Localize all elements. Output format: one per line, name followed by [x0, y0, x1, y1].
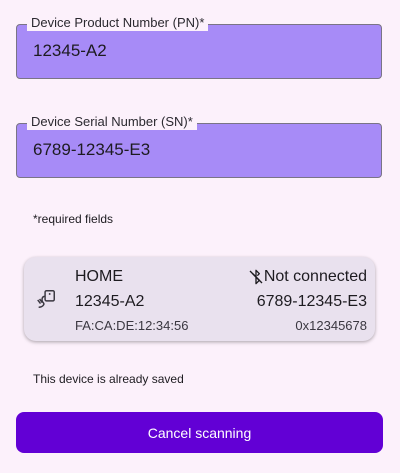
product-number-label: Device Product Number (PN)*: [27, 15, 209, 31]
serial-number-value[interactable]: 6789-12345-E3: [33, 140, 150, 160]
device-card[interactable]: HOME 12345-A2 FA:CA:DE:12:34:56 Not conn…: [24, 257, 375, 341]
serial-number-label: Device Serial Number (SN)*: [27, 114, 197, 130]
device-info-right: Not connected 6789-12345-E3 0x12345678: [248, 267, 367, 334]
product-number-field[interactable]: Device Product Number (PN)* 12345-A2: [16, 15, 382, 79]
device-serial-number: 6789-12345-E3: [256, 293, 367, 310]
bluetooth-disabled-icon: [249, 269, 263, 285]
device-info-left: HOME 12345-A2 FA:CA:DE:12:34:56: [75, 267, 188, 334]
device-name: HOME: [75, 268, 123, 285]
required-fields-note: *required fields: [33, 212, 114, 226]
serial-number-field[interactable]: Device Serial Number (SN)* 6789-12345-E3: [16, 114, 382, 178]
product-number-value[interactable]: 12345-A2: [33, 41, 107, 61]
device-hex-id: 0x12345678: [295, 318, 367, 333]
device-product-number: 12345-A2: [75, 293, 145, 310]
device-saved-note: This device is already saved: [33, 372, 184, 386]
device-mac-address: FA:CA:DE:12:34:56: [75, 318, 189, 333]
connection-status: Not connected: [248, 267, 367, 287]
device-plug-icon: [37, 290, 55, 308]
connection-status-label: Not connected: [263, 268, 367, 285]
cancel-scanning-button[interactable]: Cancel scanning: [16, 412, 383, 453]
